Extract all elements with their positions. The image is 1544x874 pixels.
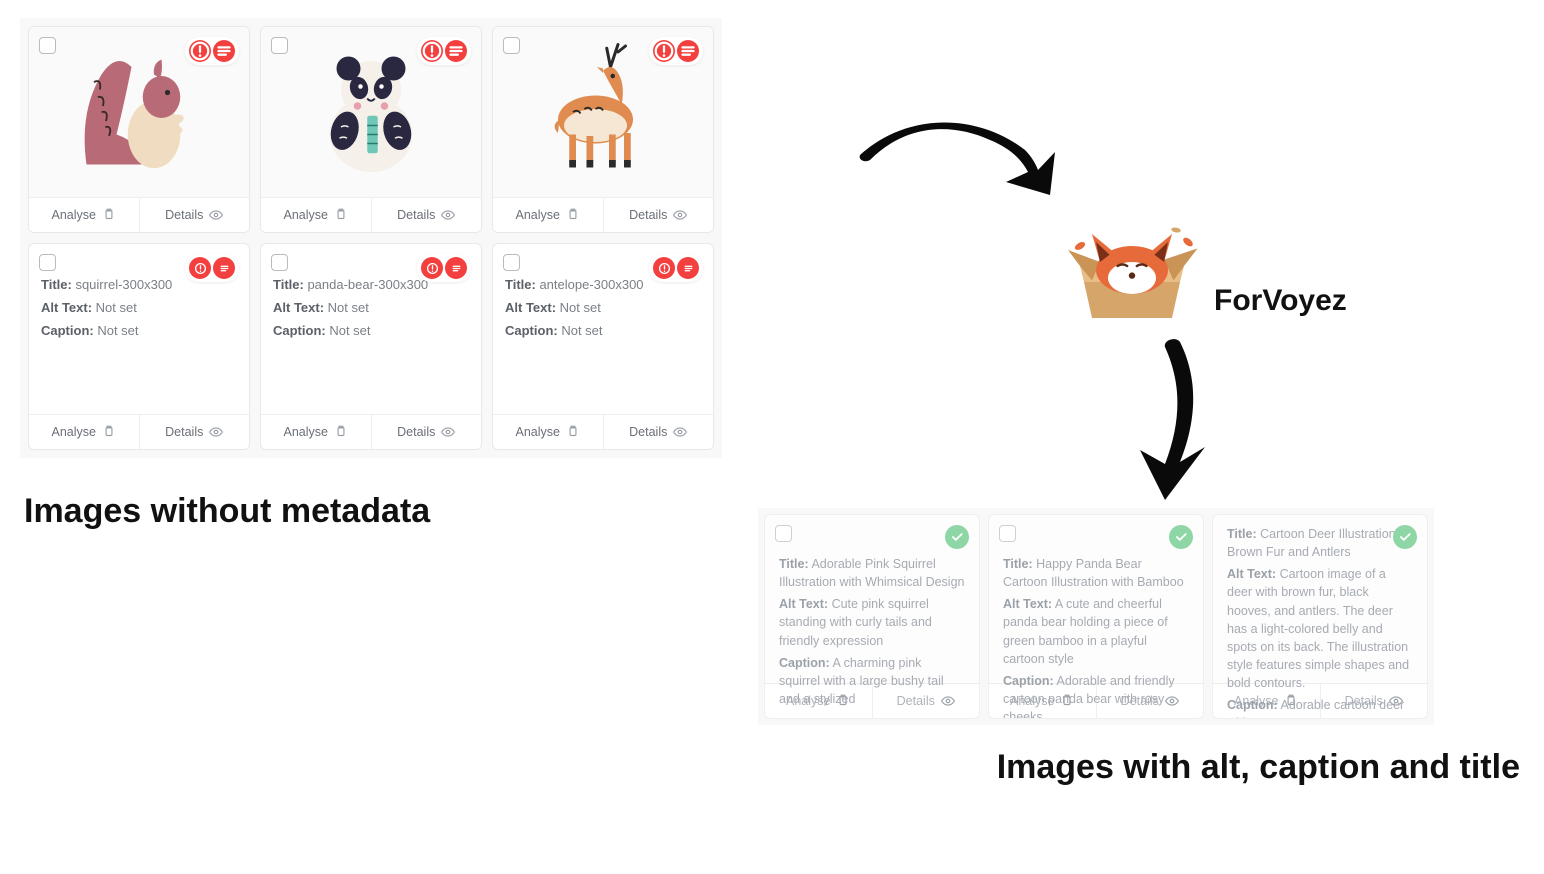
details-button[interactable]: Details bbox=[603, 198, 714, 232]
select-checkbox[interactable] bbox=[271, 254, 288, 271]
image-card: Analyse Details bbox=[260, 26, 482, 233]
select-checkbox[interactable] bbox=[39, 254, 56, 271]
card-actions: Analyse Details bbox=[29, 414, 249, 449]
warning-icon bbox=[189, 257, 211, 279]
brand-logo bbox=[1052, 186, 1212, 326]
list-icon bbox=[677, 257, 699, 279]
details-button[interactable]: Details bbox=[139, 198, 250, 232]
status-missing-pill bbox=[185, 254, 239, 282]
list-icon bbox=[445, 40, 467, 62]
warning-icon bbox=[421, 40, 443, 62]
meta-title: Title: Happy Panda Bear Cartoon Illustra… bbox=[1003, 555, 1189, 591]
meta-caption: Caption: Adorable and friendly cartoon p… bbox=[1003, 672, 1189, 719]
meta-alt: Alt Text: Cute pink squirrel standing wi… bbox=[779, 595, 965, 649]
meta-caption: Caption: A charming pink squirrel with a… bbox=[779, 654, 965, 708]
status-missing-pill bbox=[185, 37, 239, 65]
thumbnail-panda bbox=[261, 27, 481, 197]
status-missing-pill bbox=[649, 37, 703, 65]
arrow-bottom bbox=[1110, 332, 1230, 517]
status-ok-icon bbox=[1169, 525, 1193, 549]
details-button[interactable]: Details bbox=[371, 198, 482, 232]
card-actions: Analyse Details bbox=[493, 197, 713, 232]
select-checkbox[interactable] bbox=[775, 525, 792, 542]
meta-caption: Caption: Not set bbox=[273, 322, 469, 341]
select-checkbox[interactable] bbox=[503, 37, 520, 54]
analyse-button[interactable]: Analyse bbox=[261, 415, 371, 449]
meta-alt: Alt Text: Not set bbox=[505, 299, 701, 318]
card-actions: Analyse Details bbox=[261, 197, 481, 232]
meta-caption: Caption: Not set bbox=[41, 322, 237, 341]
metadata-card-filled: Title: Adorable Pink Squirrel Illustrati… bbox=[764, 514, 980, 719]
metadata-card: Title: panda-bear-300x300 Alt Text: Not … bbox=[260, 243, 482, 450]
meta-title: Title: Adorable Pink Squirrel Illustrati… bbox=[779, 555, 965, 591]
heading-after: Images with alt, caption and title bbox=[997, 748, 1520, 787]
details-button[interactable]: Details bbox=[603, 415, 714, 449]
list-icon bbox=[213, 40, 235, 62]
select-checkbox[interactable] bbox=[271, 37, 288, 54]
thumbnail-squirrel bbox=[29, 27, 249, 197]
brand-name: ForVoyez bbox=[1214, 284, 1347, 318]
meta-alt: Alt Text: Cartoon image of a deer with b… bbox=[1227, 565, 1413, 692]
card-actions: Analyse Details bbox=[261, 414, 481, 449]
details-button[interactable]: Details bbox=[139, 415, 250, 449]
meta-caption: Caption: Adorable cartoon deer with bbox=[1227, 696, 1413, 719]
status-missing-pill bbox=[417, 37, 471, 65]
arrow-top bbox=[850, 100, 1070, 235]
image-card: Analyse Details bbox=[492, 26, 714, 233]
list-icon bbox=[213, 257, 235, 279]
meta-alt: Alt Text: A cute and cheerful panda bear… bbox=[1003, 595, 1189, 668]
thumbnail-deer bbox=[493, 27, 713, 197]
analyse-button[interactable]: Analyse bbox=[29, 198, 139, 232]
status-missing-pill bbox=[417, 254, 471, 282]
meta-title: Title: Cartoon Deer Illustration - Brown… bbox=[1227, 525, 1413, 561]
meta-alt: Alt Text: Not set bbox=[273, 299, 469, 318]
list-icon bbox=[677, 40, 699, 62]
before-panel: Analyse Details bbox=[20, 18, 722, 458]
warning-icon bbox=[653, 257, 675, 279]
analyse-button[interactable]: Analyse bbox=[261, 198, 371, 232]
metadata-card: Title: antelope-300x300 Alt Text: Not se… bbox=[492, 243, 714, 450]
select-checkbox[interactable] bbox=[503, 254, 520, 271]
metadata-card-filled: Title: Happy Panda Bear Cartoon Illustra… bbox=[988, 514, 1204, 719]
heading-before: Images without metadata bbox=[24, 492, 430, 531]
image-card: Analyse Details bbox=[28, 26, 250, 233]
status-ok-icon bbox=[1393, 525, 1417, 549]
meta-alt: Alt Text: Not set bbox=[41, 299, 237, 318]
status-ok-icon bbox=[945, 525, 969, 549]
analyse-button[interactable]: Analyse bbox=[493, 198, 603, 232]
metadata-card-filled: Title: Cartoon Deer Illustration - Brown… bbox=[1212, 514, 1428, 719]
warning-icon bbox=[653, 40, 675, 62]
analyse-button[interactable]: Analyse bbox=[29, 415, 139, 449]
meta-caption: Caption: Not set bbox=[505, 322, 701, 341]
status-missing-pill bbox=[649, 254, 703, 282]
select-checkbox[interactable] bbox=[999, 525, 1016, 542]
warning-icon bbox=[189, 40, 211, 62]
card-actions: Analyse Details bbox=[493, 414, 713, 449]
warning-icon bbox=[421, 257, 443, 279]
details-button[interactable]: Details bbox=[371, 415, 482, 449]
analyse-button[interactable]: Analyse bbox=[493, 415, 603, 449]
select-checkbox[interactable] bbox=[39, 37, 56, 54]
card-actions: Analyse Details bbox=[29, 197, 249, 232]
after-panel: Title: Adorable Pink Squirrel Illustrati… bbox=[758, 508, 1434, 725]
list-icon bbox=[445, 257, 467, 279]
metadata-card: Title: squirrel-300x300 Alt Text: Not se… bbox=[28, 243, 250, 450]
